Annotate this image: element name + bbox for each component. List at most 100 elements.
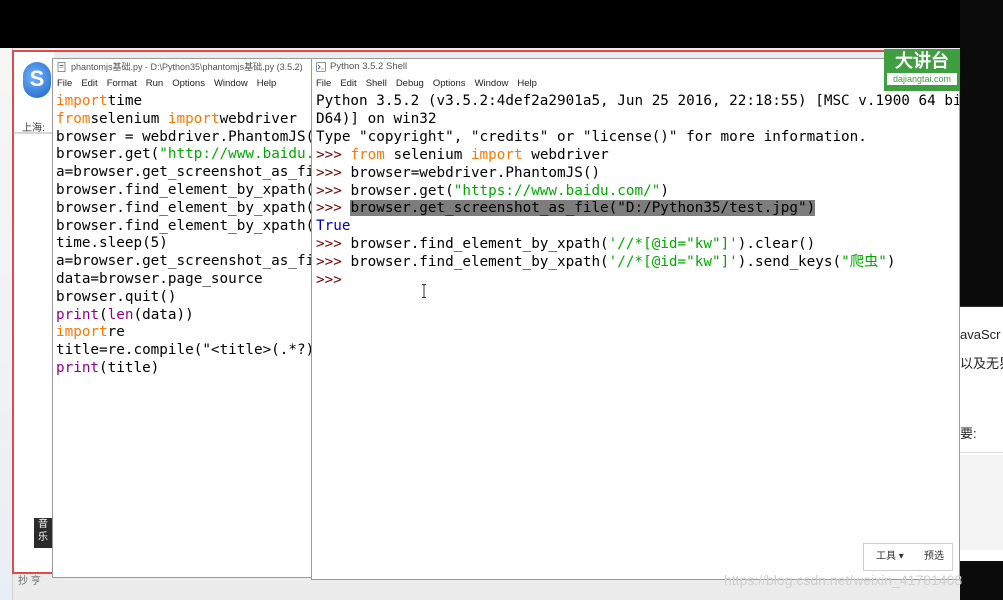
shell-code-token: True bbox=[316, 218, 351, 235]
shell-code-token: >>> bbox=[316, 236, 351, 253]
editor-menu-window[interactable]: Window bbox=[214, 78, 248, 89]
editor-title: phantomjs基础.py - D:\Python35\phantomjs基础… bbox=[71, 62, 303, 72]
shell-code-token: ) bbox=[660, 182, 669, 199]
editor-code-token: (title) bbox=[99, 359, 160, 376]
editor-code-token: re bbox=[107, 324, 125, 341]
shell-code-token: "爬虫" bbox=[841, 254, 887, 271]
shell-code-line: >>> browser.find_element_by_xpath('//*[@… bbox=[316, 236, 959, 254]
editor-code-line: a=browser.get_screenshot_as_file("D:/Pyt… bbox=[56, 164, 313, 182]
url-watermark: https://blog.csdn.net/weixin_41781408 bbox=[724, 572, 963, 588]
editor-code-line: browser.quit() bbox=[56, 289, 313, 307]
shell-code-token: Python 3.5.2 (v3.5.2:4def2a2901a5, Jun 2… bbox=[316, 93, 960, 109]
tools-button[interactable]: 工具 ▾ bbox=[876, 544, 904, 570]
editor-code-token: from bbox=[56, 110, 91, 127]
editor-menu-run[interactable]: Run bbox=[146, 78, 163, 89]
editor-code-token: webdriver bbox=[219, 110, 298, 127]
editor-code-line: browser = webdriver.PhantomJS() bbox=[56, 129, 313, 147]
editor-code-area[interactable]: importtime fromselenium importwebdriver br… bbox=[53, 93, 313, 378]
editor-code-line: a=browser.get_screenshot_as_file("D:/Pyt… bbox=[56, 253, 313, 271]
shell-code-token: browser.find_element_by_xpath( bbox=[350, 254, 609, 271]
editor-code-token: import bbox=[56, 93, 108, 109]
shell-code-token: Type "copyright", "credits" or "license(… bbox=[316, 128, 867, 145]
editor-code-token: browser = webdriver.PhantomJS() bbox=[56, 128, 314, 145]
watermark-sub: dajiangtai.com bbox=[887, 73, 957, 85]
editor-menu-edit[interactable]: Edit bbox=[81, 78, 97, 89]
shell-menu-edit[interactable]: Edit bbox=[340, 78, 356, 89]
shell-code-token: >>> bbox=[316, 200, 351, 217]
shell-menu-options[interactable]: Options bbox=[433, 78, 466, 89]
editor-code-line: browser.find_element_by_xpath('//*[@id="… bbox=[56, 200, 313, 218]
editor-code-line: time.sleep(5) bbox=[56, 235, 313, 253]
tools-box: 工具 ▾ 预选 bbox=[863, 543, 953, 571]
editor-menubar: File Edit Format Run Options Window Help bbox=[53, 75, 313, 93]
editor-code-line: importre bbox=[56, 324, 313, 342]
editor-code-token: "http://www.baidu.com/" bbox=[159, 146, 314, 163]
shell-code-token: browser.find_element_by_xpath( bbox=[350, 236, 609, 253]
shell-titlebar[interactable]: Python 3.5.2 Shell bbox=[312, 59, 959, 75]
preview-button[interactable]: 预选 bbox=[924, 544, 944, 570]
editor-code-token: ( bbox=[99, 306, 108, 323]
shell-code-token: browser.get_screenshot_as_file("D:/Pytho… bbox=[350, 200, 816, 217]
editor-code-line: browser.get("http://www.baidu.com/") bbox=[56, 146, 313, 164]
shell-code-token: '//*[@id="kw"]' bbox=[608, 236, 738, 253]
shell-output-area[interactable]: Python 3.5.2 (v3.5.2:4def2a2901a5, Jun 2… bbox=[312, 93, 959, 290]
editor-titlebar[interactable]: phantomjs基础.py - D:\Python35\phantomjs基础… bbox=[53, 59, 313, 75]
editor-window[interactable]: phantomjs基础.py - D:\Python35\phantomjs基础… bbox=[52, 58, 314, 578]
shell-code-line: >>> browser.find_element_by_xpath('//*[@… bbox=[316, 254, 959, 272]
editor-code-token: browser.quit() bbox=[56, 288, 177, 305]
shell-code-token: >>> bbox=[316, 254, 351, 271]
editor-code-token: data=browser.page_source bbox=[56, 270, 263, 287]
shell-code-line: Type "copyright", "credits" or "license(… bbox=[316, 129, 959, 147]
editor-code-token: a=browser.get_screenshot_as_file("D:/Pyt… bbox=[56, 164, 314, 181]
shell-menu-help[interactable]: Help bbox=[517, 78, 537, 89]
editor-code-token: browser.find_element_by_xpath('//*[@id="… bbox=[56, 181, 314, 198]
editor-code-token: import bbox=[167, 110, 220, 127]
text-cursor-icon bbox=[422, 284, 426, 298]
shell-code-token: from bbox=[350, 146, 385, 163]
shell-code-token: ) bbox=[886, 254, 896, 271]
right-text-3: 要: bbox=[960, 426, 977, 441]
editor-code-line: data=browser.page_source bbox=[56, 271, 313, 289]
editor-menu-file[interactable]: File bbox=[57, 78, 72, 89]
shell-menu-window[interactable]: Window bbox=[475, 78, 509, 89]
shell-code-token: browser.get( bbox=[350, 182, 454, 199]
watermark-main: 大讲台 bbox=[895, 51, 949, 71]
shell-code-token: "https://www.baidu.com/" bbox=[453, 182, 661, 199]
shell-code-token: >>> bbox=[316, 272, 351, 289]
shell-code-line: True bbox=[316, 218, 959, 236]
shell-menubar: File Edit Shell Debug Options Window Help bbox=[312, 75, 959, 93]
editor-code-token: time bbox=[107, 93, 143, 109]
editor-code-token: (data)) bbox=[133, 306, 194, 323]
editor-code-token: time.sleep(5) bbox=[56, 235, 168, 252]
shell-code-token: selenium bbox=[384, 146, 471, 163]
editor-code-token: print bbox=[56, 359, 100, 376]
shell-code-token: ).clear() bbox=[737, 236, 816, 253]
python-shell-icon bbox=[316, 62, 326, 72]
editor-menu-help[interactable]: Help bbox=[257, 78, 277, 89]
editor-code-token: a=browser.get_screenshot_as_file("D:/Pyt… bbox=[56, 253, 314, 270]
editor-code-token: print bbox=[56, 306, 100, 323]
editor-code-token: selenium bbox=[90, 110, 168, 127]
shell-code-token: import bbox=[470, 146, 523, 163]
python-file-icon bbox=[57, 62, 66, 72]
right-text-2: 以及无界 bbox=[960, 356, 1003, 371]
shell-code-token: ).send_keys( bbox=[737, 254, 842, 271]
shell-window[interactable]: Python 3.5.2 Shell File Edit Shell Debug Opt… bbox=[311, 58, 960, 580]
right-divider bbox=[960, 452, 1003, 453]
editor-menu-format[interactable]: Format bbox=[107, 78, 137, 89]
editor-code-token: len bbox=[107, 306, 134, 323]
shell-code-token: D64)] on win32 bbox=[316, 110, 437, 127]
shell-code-token: browser=webdriver.PhantomJS() bbox=[350, 164, 601, 181]
dajiangtai-watermark: 大讲台 dajiangtai.com bbox=[884, 49, 960, 91]
editor-code-line: title=re.compile("<title>(.*?)</title>")… bbox=[56, 342, 313, 360]
shell-menu-file[interactable]: File bbox=[316, 78, 331, 89]
editor-code-token: browser.get( bbox=[56, 146, 160, 163]
editor-code-line: print(title) bbox=[56, 360, 313, 378]
editor-code-token: import bbox=[56, 324, 108, 341]
shell-menu-shell[interactable]: Shell bbox=[366, 78, 387, 89]
right-gray-box bbox=[960, 455, 1003, 550]
shell-code-token: '//*[@id="kw"]' bbox=[608, 254, 738, 271]
editor-menu-options[interactable]: Options bbox=[172, 78, 205, 89]
shell-menu-debug[interactable]: Debug bbox=[396, 78, 424, 89]
shell-code-line: >>> from selenium import webdriver bbox=[316, 147, 959, 165]
